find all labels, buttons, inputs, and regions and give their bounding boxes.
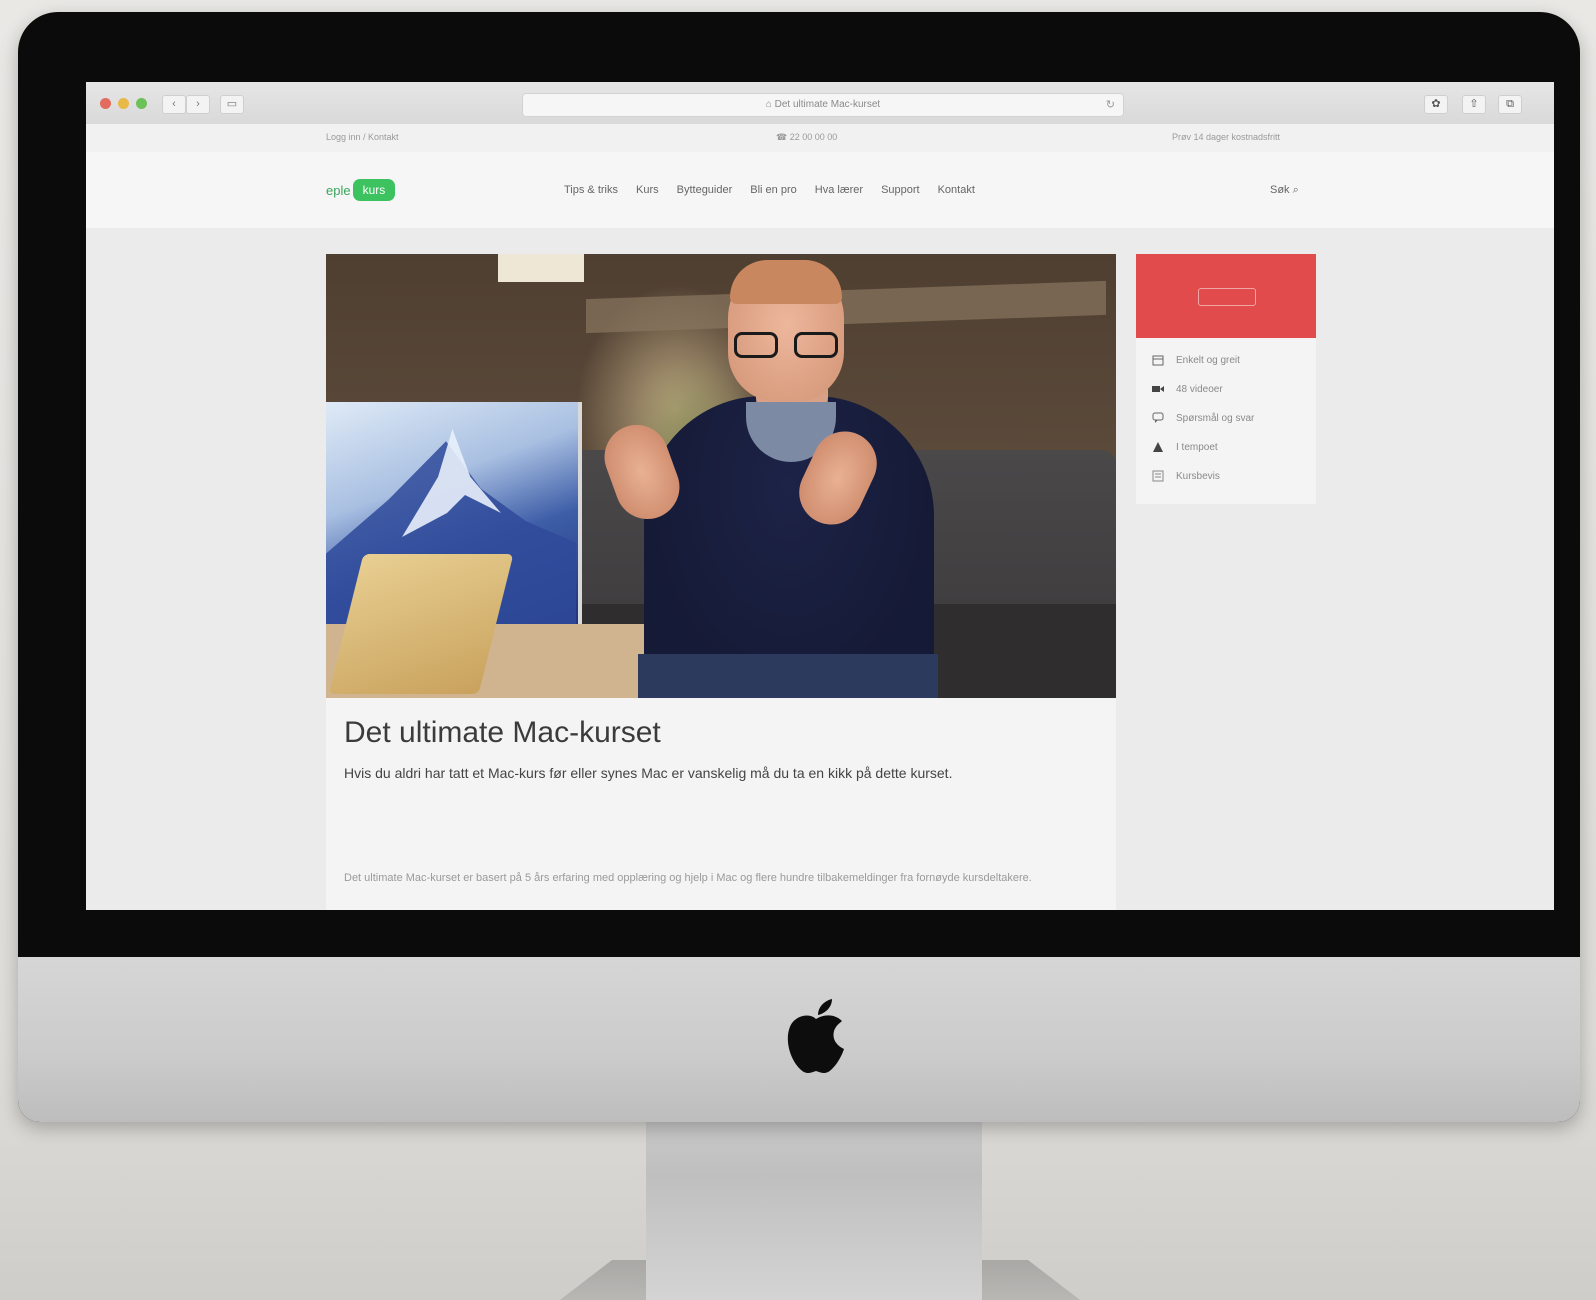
topbar-left-link[interactable]: Logg inn / Kontakt [326,132,399,142]
browser-toolbar: ‹ › ▭ ⌂ Det ultimate Mac-kurset ↻ ✿ ⇧ ⧉ [86,82,1554,125]
share-icon[interactable]: ⇧ [1462,95,1486,114]
photo-person-hair [730,260,842,304]
forward-arrow-icon[interactable]: › [186,95,210,114]
course-article: Det ultimate Mac-kurset Hvis du aldri ha… [326,254,1116,910]
article-lead: Hvis du aldri har tatt et Mac-kurs før e… [344,765,953,781]
imac-stand [646,1122,982,1300]
feature-label: 48 videoer [1176,383,1223,395]
topbar-right-link[interactable]: Prøv 14 dager kostnadsfritt [1172,132,1280,142]
nav-item-support[interactable]: Support [881,184,920,196]
photo-person-legs [638,654,938,698]
chat-icon [1152,412,1164,423]
cta-inner-frame [1198,288,1256,306]
nav-item-kurs[interactable]: Kurs [636,184,659,196]
feature-item: I tempoet [1152,441,1218,453]
address-text: ⌂ Det ultimate Mac-kurset [765,99,881,110]
nav-item-laerer[interactable]: Hva lærer [815,184,863,196]
photo-person-glasses [734,332,838,360]
close-window-button[interactable] [100,98,111,109]
site-topbar: Logg inn / Kontakt ☎ 22 00 00 00 Prøv 14… [86,124,1554,152]
zoom-window-button[interactable] [136,98,147,109]
site-header: eple kurs Tips & triks Kurs Bytteguider … [86,152,1554,229]
nav-item-kontakt[interactable]: Kontakt [938,184,975,196]
search-icon: ⌕ [1292,184,1299,196]
course-video-thumbnail[interactable] [326,254,1116,698]
feature-item: Enkelt og greit [1152,354,1240,366]
article-title: Det ultimate Mac-kurset [344,716,661,749]
calendar-icon [1152,355,1164,366]
article-body: Det ultimate Mac-kurset er basert på 5 å… [344,872,1032,884]
photo-lamp [498,254,584,282]
topbar-phone: ☎ 22 00 00 00 [776,132,838,142]
nav-item-bytteguider[interactable]: Bytteguider [677,184,733,196]
sidebar-toggle-icon[interactable]: ▭ [220,95,244,114]
minimize-window-button[interactable] [118,98,129,109]
course-sidebar: Enkelt og greit 48 videoer Spørsmål og s… [1136,254,1316,504]
feature-item: 48 videoer [1152,383,1223,395]
nav-item-tips[interactable]: Tips & triks [564,184,618,196]
address-bar[interactable]: ⌂ Det ultimate Mac-kurset ↻ [522,93,1124,117]
imac-screen: ‹ › ▭ ⌂ Det ultimate Mac-kurset ↻ ✿ ⇧ ⧉ … [86,82,1554,910]
search-label: Søk [1270,184,1290,196]
search-button[interactable]: Søk ⌕ [1270,184,1299,197]
apple-logo-icon [787,999,844,1073]
feature-label: Enkelt og greit [1176,354,1240,366]
main-nav: Tips & triks Kurs Bytteguider Bli en pro… [564,184,975,196]
feature-label: Kursbevis [1176,470,1220,482]
back-arrow-icon[interactable]: ‹ [162,95,186,114]
extension-icon[interactable]: ✿ [1424,95,1448,114]
feature-item: Spørsmål og svar [1152,412,1254,424]
nav-item-pro[interactable]: Bli en pro [750,184,796,196]
level-icon [1153,442,1163,452]
feature-label: Spørsmål og svar [1176,412,1255,424]
site-logo[interactable]: eple kurs [326,176,396,204]
reload-icon[interactable]: ↻ [1106,94,1115,116]
certificate-icon [1152,470,1164,482]
feature-item: Kursbevis [1152,470,1220,482]
buy-course-button[interactable] [1136,254,1316,338]
video-icon [1152,386,1164,392]
feature-label: I tempoet [1176,441,1218,453]
logo-badge: kurs [352,179,396,201]
tabs-icon[interactable]: ⧉ [1498,95,1522,114]
logo-prefix: eple [326,182,351,198]
